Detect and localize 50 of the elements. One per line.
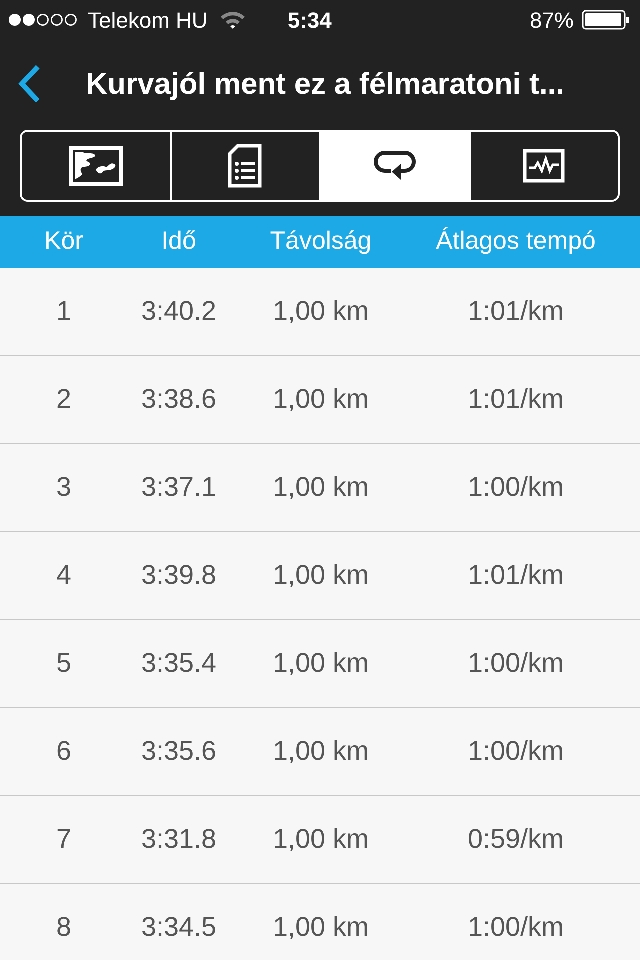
table-cell-text: 3:34.5 bbox=[140, 911, 218, 944]
table-cell-text: 3:37.1 bbox=[140, 471, 218, 504]
column-header: Átlagos tempó bbox=[435, 226, 597, 258]
table-cell-text: 3:35.6 bbox=[140, 735, 218, 768]
battery-percent: 87% bbox=[530, 6, 574, 34]
table-cell-text: 1,00 km bbox=[272, 471, 370, 504]
page-title: Kurvajól ment ez a félmaratoni t... bbox=[86, 66, 564, 102]
table-cell-text: 1,00 km bbox=[272, 911, 370, 944]
table-cell-text: 1:01/km bbox=[466, 295, 566, 328]
map-icon bbox=[68, 146, 123, 186]
table-cell-text: 0:59/km bbox=[466, 823, 566, 856]
table-cell-text: 1:00/km bbox=[466, 647, 566, 680]
table-cell-text: 1,00 km bbox=[272, 823, 370, 856]
signal-icon bbox=[8, 13, 80, 27]
tab[interactable] bbox=[319, 132, 468, 200]
clock-time: 5:34 bbox=[288, 6, 332, 34]
table-cell-text: 2 bbox=[55, 383, 73, 416]
table-cell-text: 3:31.8 bbox=[140, 823, 218, 856]
column-header: Kör bbox=[44, 226, 84, 258]
table-cell-text: 4 bbox=[55, 559, 73, 592]
back-icon[interactable] bbox=[16, 64, 42, 104]
battery-icon bbox=[582, 10, 630, 30]
table-cell-text: 1,00 km bbox=[272, 295, 370, 328]
column-header: Idő bbox=[160, 226, 198, 258]
activity-chart-icon bbox=[523, 149, 566, 183]
table-cell-text: 1:00/km bbox=[466, 735, 566, 768]
table-cell-text: 3:35.4 bbox=[140, 647, 218, 680]
table-cell-text: 1:00/km bbox=[466, 471, 566, 504]
table-cell-text: 1,00 km bbox=[272, 647, 370, 680]
table-cell-text: 3:38.6 bbox=[140, 383, 218, 416]
document-icon bbox=[228, 144, 262, 188]
table-cell-text: 1:01/km bbox=[466, 559, 566, 592]
repeat-icon bbox=[372, 149, 417, 183]
table-cell-text: 6 bbox=[55, 735, 73, 768]
table-cell-text: 3 bbox=[55, 471, 73, 504]
table-cell-text: 8 bbox=[55, 911, 73, 944]
table-cell-text: 1,00 km bbox=[272, 735, 370, 768]
wifi-icon bbox=[220, 10, 246, 30]
tab[interactable] bbox=[468, 132, 618, 200]
table-cell-text: 1:01/km bbox=[466, 383, 566, 416]
table-cell-text: 3:40.2 bbox=[140, 295, 218, 328]
column-header: Távolság bbox=[269, 226, 373, 258]
table-cell-text: 7 bbox=[55, 823, 73, 856]
table-cell-text: 3:39.8 bbox=[140, 559, 218, 592]
table-cell-text: 1,00 km bbox=[272, 383, 370, 416]
table-cell-text: 5 bbox=[55, 647, 73, 680]
table-cell-text: 1,00 km bbox=[272, 559, 370, 592]
table-cell-text: 1 bbox=[55, 295, 73, 328]
table-cell-text: 1:00/km bbox=[466, 911, 566, 944]
carrier-name: Telekom HU bbox=[88, 6, 208, 34]
